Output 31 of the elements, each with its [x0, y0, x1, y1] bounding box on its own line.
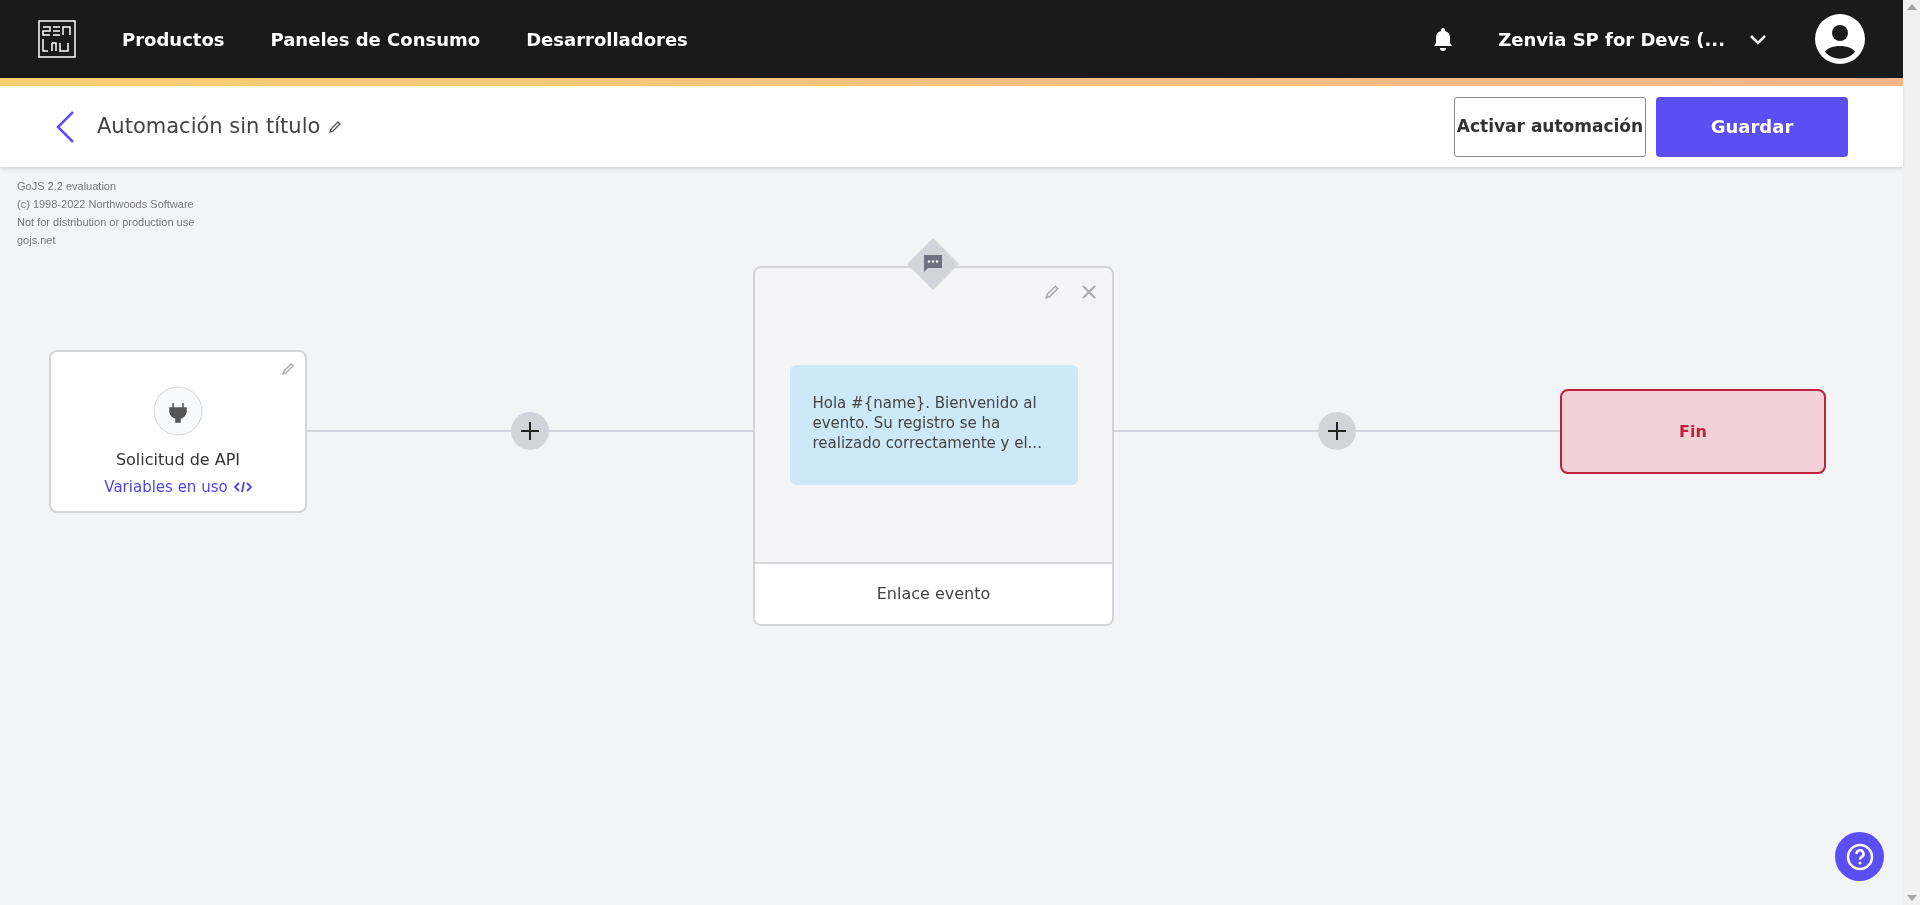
- chevron-down-icon: [1749, 33, 1767, 45]
- save-button[interactable]: Guardar: [1656, 96, 1848, 157]
- activate-button[interactable]: Activar automación: [1454, 96, 1646, 157]
- nav-link[interactable]: Productos: [122, 25, 225, 53]
- evaluation-notice-line: (c) 1998-2022 Northwoods Software: [17, 197, 195, 212]
- node-footer: Enlace evento: [755, 562, 1112, 624]
- variables-link[interactable]: Variables en uso: [104, 476, 252, 499]
- help-icon: [1844, 841, 1875, 872]
- add-step-button[interactable]: [511, 412, 549, 450]
- add-step-button[interactable]: [1318, 412, 1356, 450]
- evaluation-notice-line: GoJS 2.2 evaluation: [17, 179, 118, 194]
- user-avatar-icon[interactable]: [1815, 14, 1865, 64]
- plug-icon: [153, 386, 203, 436]
- plus-icon: [1327, 421, 1347, 441]
- evaluation-notice-line: gojs.net: [17, 233, 57, 248]
- logo-icon[interactable]: [38, 20, 76, 58]
- trigger-node[interactable]: Solicitud de API Variables en uso: [49, 350, 307, 513]
- nav-link[interactable]: Desarrolladores: [526, 25, 688, 53]
- nav-link[interactable]: Paneles de Consumo: [270, 25, 481, 53]
- evaluation-notice-line: Not for distribution or production use: [17, 215, 195, 230]
- chat-bubble-icon: [906, 237, 960, 291]
- plus-icon: [520, 421, 540, 441]
- end-node[interactable]: Fin: [1560, 389, 1826, 474]
- automation-title: Automación sin título: [97, 112, 321, 140]
- code-icon: [233, 481, 252, 494]
- account-selector[interactable]: Zenvia SP for Devs (...: [1498, 25, 1767, 53]
- node-title: Solicitud de API: [115, 449, 241, 471]
- help-button[interactable]: [1835, 832, 1884, 881]
- back-icon[interactable]: [55, 109, 75, 144]
- edit-icon[interactable]: [328, 119, 343, 134]
- message-bubble: Hola #{name}. Bienvenido al evento. Su registro se ha realizado correctamente y el...: [789, 365, 1078, 485]
